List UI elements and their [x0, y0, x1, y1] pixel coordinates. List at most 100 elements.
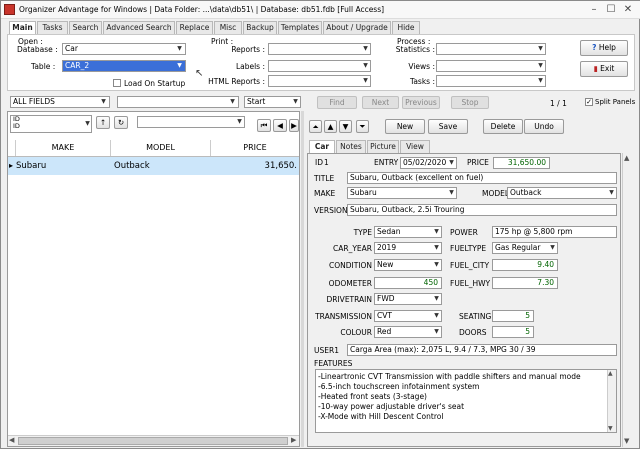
title-label: TITLE: [314, 174, 335, 183]
scroll-left-icon[interactable]: ◀: [9, 436, 14, 444]
grid-header-price[interactable]: PRICE: [211, 140, 299, 156]
first-record-icon[interactable]: ⏶: [309, 120, 322, 133]
delete-button[interactable]: Delete: [483, 119, 523, 134]
statistics-select[interactable]: [436, 43, 546, 55]
tab-about-upgrade[interactable]: About / Upgrade: [323, 21, 391, 34]
labels-select[interactable]: [268, 60, 371, 72]
tab-hide[interactable]: Hide: [392, 21, 420, 34]
title-input[interactable]: Subaru, Outback (excellent on fuel): [347, 172, 617, 184]
row-make: Subaru: [16, 161, 47, 171]
sort-ascending-button[interactable]: ↑: [96, 116, 110, 129]
price-label: PRICE: [467, 158, 489, 167]
tab-templates[interactable]: Templates: [278, 21, 322, 34]
new-button[interactable]: New: [385, 119, 425, 134]
chevron-down-icon: ▼: [101, 98, 106, 105]
split-panels-checkbox[interactable]: ✓: [585, 98, 593, 106]
next-record-icon[interactable]: ▶: [289, 119, 299, 132]
previous-button[interactable]: Previous: [402, 96, 440, 109]
chevron-down-icon: ▼: [434, 328, 439, 335]
make-select[interactable]: Subaru: [347, 187, 457, 199]
tab-notes[interactable]: Notes: [336, 140, 366, 153]
make-label: MAKE: [314, 189, 336, 198]
fuel-city-input[interactable]: 9.40: [492, 259, 558, 271]
model-select[interactable]: Outback: [507, 187, 617, 199]
search-field-select[interactable]: ALL FIELDS: [10, 96, 110, 108]
row-price: 31,650.: [264, 161, 297, 171]
stop-button[interactable]: Stop: [451, 96, 489, 109]
refresh-icon[interactable]: ↻: [114, 116, 128, 129]
price-input[interactable]: 31,650.00: [493, 157, 550, 169]
scroll-right-icon[interactable]: ▶: [291, 436, 296, 444]
scroll-down-icon[interactable]: ▼: [624, 437, 629, 445]
features-label: FEATURES: [314, 359, 353, 368]
previous-record-icon[interactable]: ◀: [273, 119, 287, 132]
fuel-hwy-label: FUEL_HWY: [450, 279, 491, 288]
chevron-down-icon: ▼: [363, 62, 368, 69]
scroll-down-icon[interactable]: ▼: [608, 425, 613, 432]
doors-input[interactable]: 5: [492, 326, 534, 338]
fuel-hwy-input[interactable]: 7.30: [492, 277, 558, 289]
table-label: Table :: [31, 62, 56, 71]
search-input[interactable]: [117, 96, 239, 108]
sort-field-select[interactable]: ID ID: [10, 115, 92, 133]
fuel-city-label: FUEL_CITY: [450, 261, 490, 270]
scroll-up-icon[interactable]: ▲: [608, 370, 613, 377]
close-button[interactable]: ✕: [621, 3, 635, 17]
power-input[interactable]: 175 hp @ 5,800 rpm: [492, 226, 617, 238]
first-record-icon[interactable]: ⏮: [257, 119, 271, 132]
previous-record-icon[interactable]: ▲: [324, 120, 337, 133]
load-on-startup-checkbox[interactable]: [113, 79, 121, 87]
help-button[interactable]: ? Help: [580, 40, 628, 56]
find-button[interactable]: Find: [317, 96, 357, 109]
chevron-down-icon: ▼: [293, 98, 298, 105]
undo-button[interactable]: Undo: [524, 119, 564, 134]
version-input[interactable]: Subaru, Outback, 2.5i Trouring: [347, 204, 617, 216]
table-select[interactable]: CAR_2: [62, 60, 186, 72]
database-select[interactable]: Car: [62, 43, 186, 55]
chevron-down-icon: ▼: [434, 295, 439, 302]
save-button[interactable]: Save: [428, 119, 468, 134]
views-select[interactable]: [436, 60, 546, 72]
load-on-startup-label: Load On Startup: [124, 79, 186, 88]
tab-main[interactable]: Main: [9, 21, 36, 35]
exit-button[interactable]: ▮ Exit: [580, 61, 628, 77]
minimize-button[interactable]: –: [587, 3, 601, 17]
last-record-icon[interactable]: ⏷: [356, 120, 369, 133]
filter-select[interactable]: [137, 116, 245, 128]
tasks-select[interactable]: [436, 75, 546, 87]
features-scrollbar[interactable]: [607, 370, 616, 432]
next-record-icon[interactable]: ▼: [339, 120, 352, 133]
grid-header-model[interactable]: MODEL: [111, 140, 211, 156]
tab-misc[interactable]: Misc: [214, 21, 242, 34]
grid-header-make[interactable]: MAKE: [16, 140, 111, 156]
seating-input[interactable]: 5: [492, 310, 534, 322]
scroll-up-icon[interactable]: ▲: [624, 154, 629, 162]
tab-picture[interactable]: Picture: [367, 140, 399, 153]
features-line: -10-way power adjustable driver's seat: [318, 402, 465, 411]
tab-view[interactable]: View: [400, 140, 430, 153]
tab-replace[interactable]: Replace: [176, 21, 213, 34]
form-scrollbar[interactable]: [622, 153, 633, 447]
odometer-input[interactable]: 450: [374, 277, 442, 289]
chevron-down-icon: ▼: [434, 244, 439, 251]
scrollbar-thumb[interactable]: [18, 437, 288, 445]
next-button[interactable]: Next: [362, 96, 399, 109]
tab-car[interactable]: Car: [309, 140, 335, 154]
version-label: VERSION: [314, 206, 348, 215]
tab-advanced-search[interactable]: Advanced Search: [103, 21, 175, 34]
splitter[interactable]: [301, 111, 304, 447]
odometer-label: ODOMETER: [328, 279, 372, 288]
app-icon: [4, 4, 15, 15]
record-position: 1 / 1: [550, 99, 567, 108]
id-label: ID: [315, 158, 323, 167]
tab-search[interactable]: Search: [69, 21, 102, 34]
user1-label: USER1: [314, 346, 339, 355]
tab-backup[interactable]: Backup: [243, 21, 277, 34]
html-reports-select[interactable]: [268, 75, 371, 87]
maximize-button[interactable]: ☐: [604, 3, 618, 17]
reports-select[interactable]: [268, 43, 371, 55]
tab-tasks[interactable]: Tasks: [37, 21, 68, 34]
user1-input[interactable]: Carga Area (max): 2,075 L, 9.4 / 7.3, MP…: [347, 344, 617, 356]
app-window: Organizer Advantage for Windows | Data F…: [0, 0, 640, 449]
car-year-label: CAR_YEAR: [333, 244, 372, 253]
